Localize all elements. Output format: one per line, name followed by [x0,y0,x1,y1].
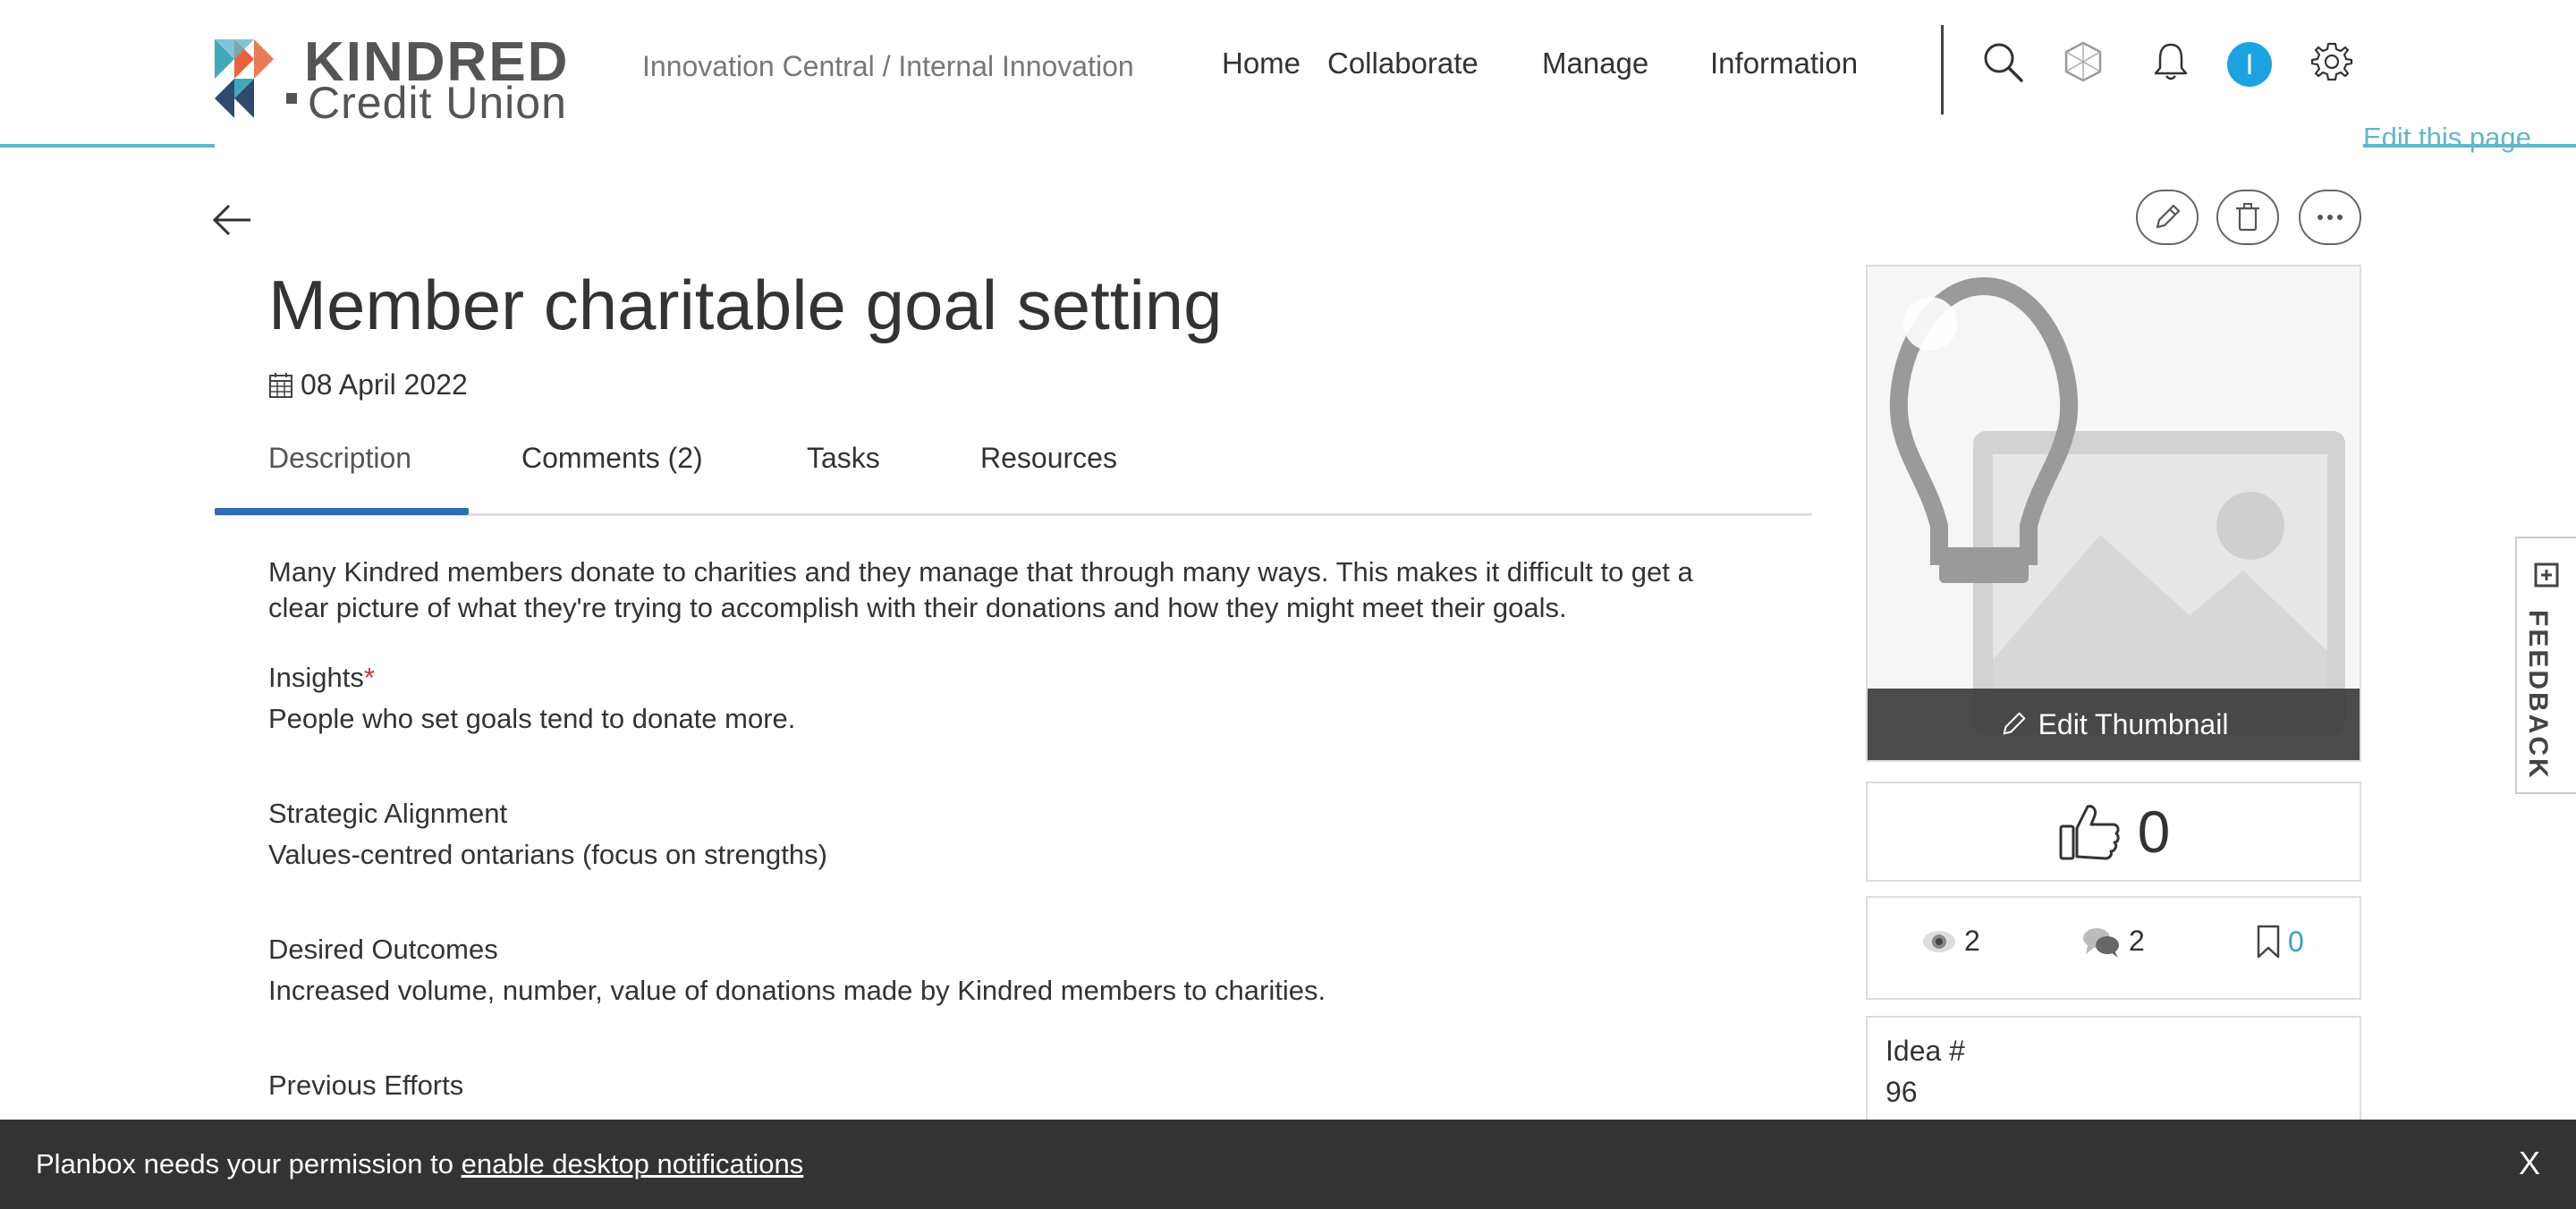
tab-description[interactable]: Description [268,442,411,475]
idea-thumbnail: Edit Thumbnail [1866,265,2361,762]
comments-icon [2083,927,2119,958]
logo-subname: Credit Union [308,78,567,128]
avatar[interactable]: I [2227,42,2272,87]
notification-bar: Planbox needs your permission to enable … [0,1120,2576,1209]
insights-label: Insights* [268,660,1807,696]
strategic-alignment-label: Strategic Alignment [268,798,508,829]
bell-icon[interactable] [2148,39,2193,84]
logo-dot [286,93,297,104]
desired-outcomes-label: Desired Outcomes [268,934,498,965]
breadcrumb[interactable]: Innovation Central / Internal Innovation [642,50,1134,83]
edit-thumbnail-button[interactable]: Edit Thumbnail [1868,689,2360,760]
notification-text: Planbox needs your permission to [36,1148,462,1179]
hexagon-icon[interactable] [2061,39,2106,84]
description-line-2: clear picture of what they're trying to … [268,592,1567,623]
gear-icon[interactable] [2309,39,2354,84]
stats-card: 2 2 0 [1866,896,2361,1000]
required-marker: * [363,662,375,693]
header-accent-right [2363,144,2576,148]
nav-information[interactable]: Information [1710,46,1858,80]
comments-count: 2 [2129,925,2145,957]
idea-number-value: 96 [1885,1076,1918,1108]
bookmarks-count: 0 [2288,925,2304,958]
tab-comments[interactable]: Comments (2) [521,442,703,475]
date-text: 08 April 2022 [301,368,468,401]
comments-stat[interactable]: 2 [2082,925,2145,958]
thumbs-up-icon[interactable] [2057,801,2122,862]
nav-manage[interactable]: Manage [1542,46,1648,80]
insights-label-text: Insights [268,662,364,693]
enable-notifications-link[interactable]: enable desktop notifications [462,1148,804,1179]
bookmark-icon [2257,925,2280,959]
nav-home[interactable]: Home [1222,46,1301,80]
calendar-icon [269,372,292,398]
likes-count: 0 [2137,799,2171,865]
eye-icon [1923,930,1955,952]
kindred-logo[interactable]: KINDRED Credit Union [215,31,572,128]
desired-outcomes-value: Increased volume, number, value of donat… [268,975,1326,1006]
delete-idea-button[interactable] [2216,190,2279,245]
views-stat: 2 [1921,925,1980,958]
notification-message: Planbox needs your permission to enable … [36,1148,803,1180]
header-divider [1941,25,1944,114]
logo-mark-icon [215,39,274,118]
back-arrow-icon[interactable] [211,199,254,241]
top-header: KINDRED Credit Union Innovation Central … [0,0,2576,153]
idea-date: 08 April 2022 [268,368,468,402]
pencil-icon [2003,712,2025,735]
likes-card[interactable]: 0 [1866,782,2361,882]
strategic-alignment-value: Values-centred ontarians (focus on stren… [268,839,827,870]
previous-efforts-label: Previous Efforts [268,1070,464,1101]
search-icon[interactable] [1980,39,2025,84]
feedback-label: FEEDBACK [2523,610,2553,781]
bookmarks-stat[interactable]: 0 [2256,925,2304,959]
active-tab-indicator [215,508,469,515]
more-icon [2318,215,2343,220]
trash-icon [2236,203,2259,232]
feedback-tab[interactable]: FEEDBACK [2515,537,2576,794]
edit-page-link[interactable]: Edit this page [2363,122,2531,154]
insights-value: People who set goals tend to donate more… [268,703,796,734]
more-options-button[interactable] [2299,190,2361,245]
header-accent-left [0,144,215,148]
tab-resources[interactable]: Resources [980,442,1117,475]
pencil-icon [2156,204,2181,229]
idea-number-label: Idea # [1885,1035,1965,1067]
feedback-icon [2534,562,2559,588]
nav-collaborate[interactable]: Collaborate [1327,46,1479,80]
close-notification-button[interactable]: X [2519,1145,2540,1182]
lightbulb-placeholder-icon [1889,276,2345,735]
edit-thumbnail-label: Edit Thumbnail [2038,707,2229,740]
edit-idea-button[interactable] [2136,190,2199,245]
tab-tasks[interactable]: Tasks [807,442,880,475]
views-count: 2 [1964,925,1980,957]
page-title: Member charitable goal setting [268,266,1223,344]
description-line-1: Many Kindred members donate to charities… [268,556,1693,588]
description-text: Many Kindred members donate to charities… [268,554,1807,626]
description-panel: Many Kindred members donate to charities… [268,554,1807,1204]
